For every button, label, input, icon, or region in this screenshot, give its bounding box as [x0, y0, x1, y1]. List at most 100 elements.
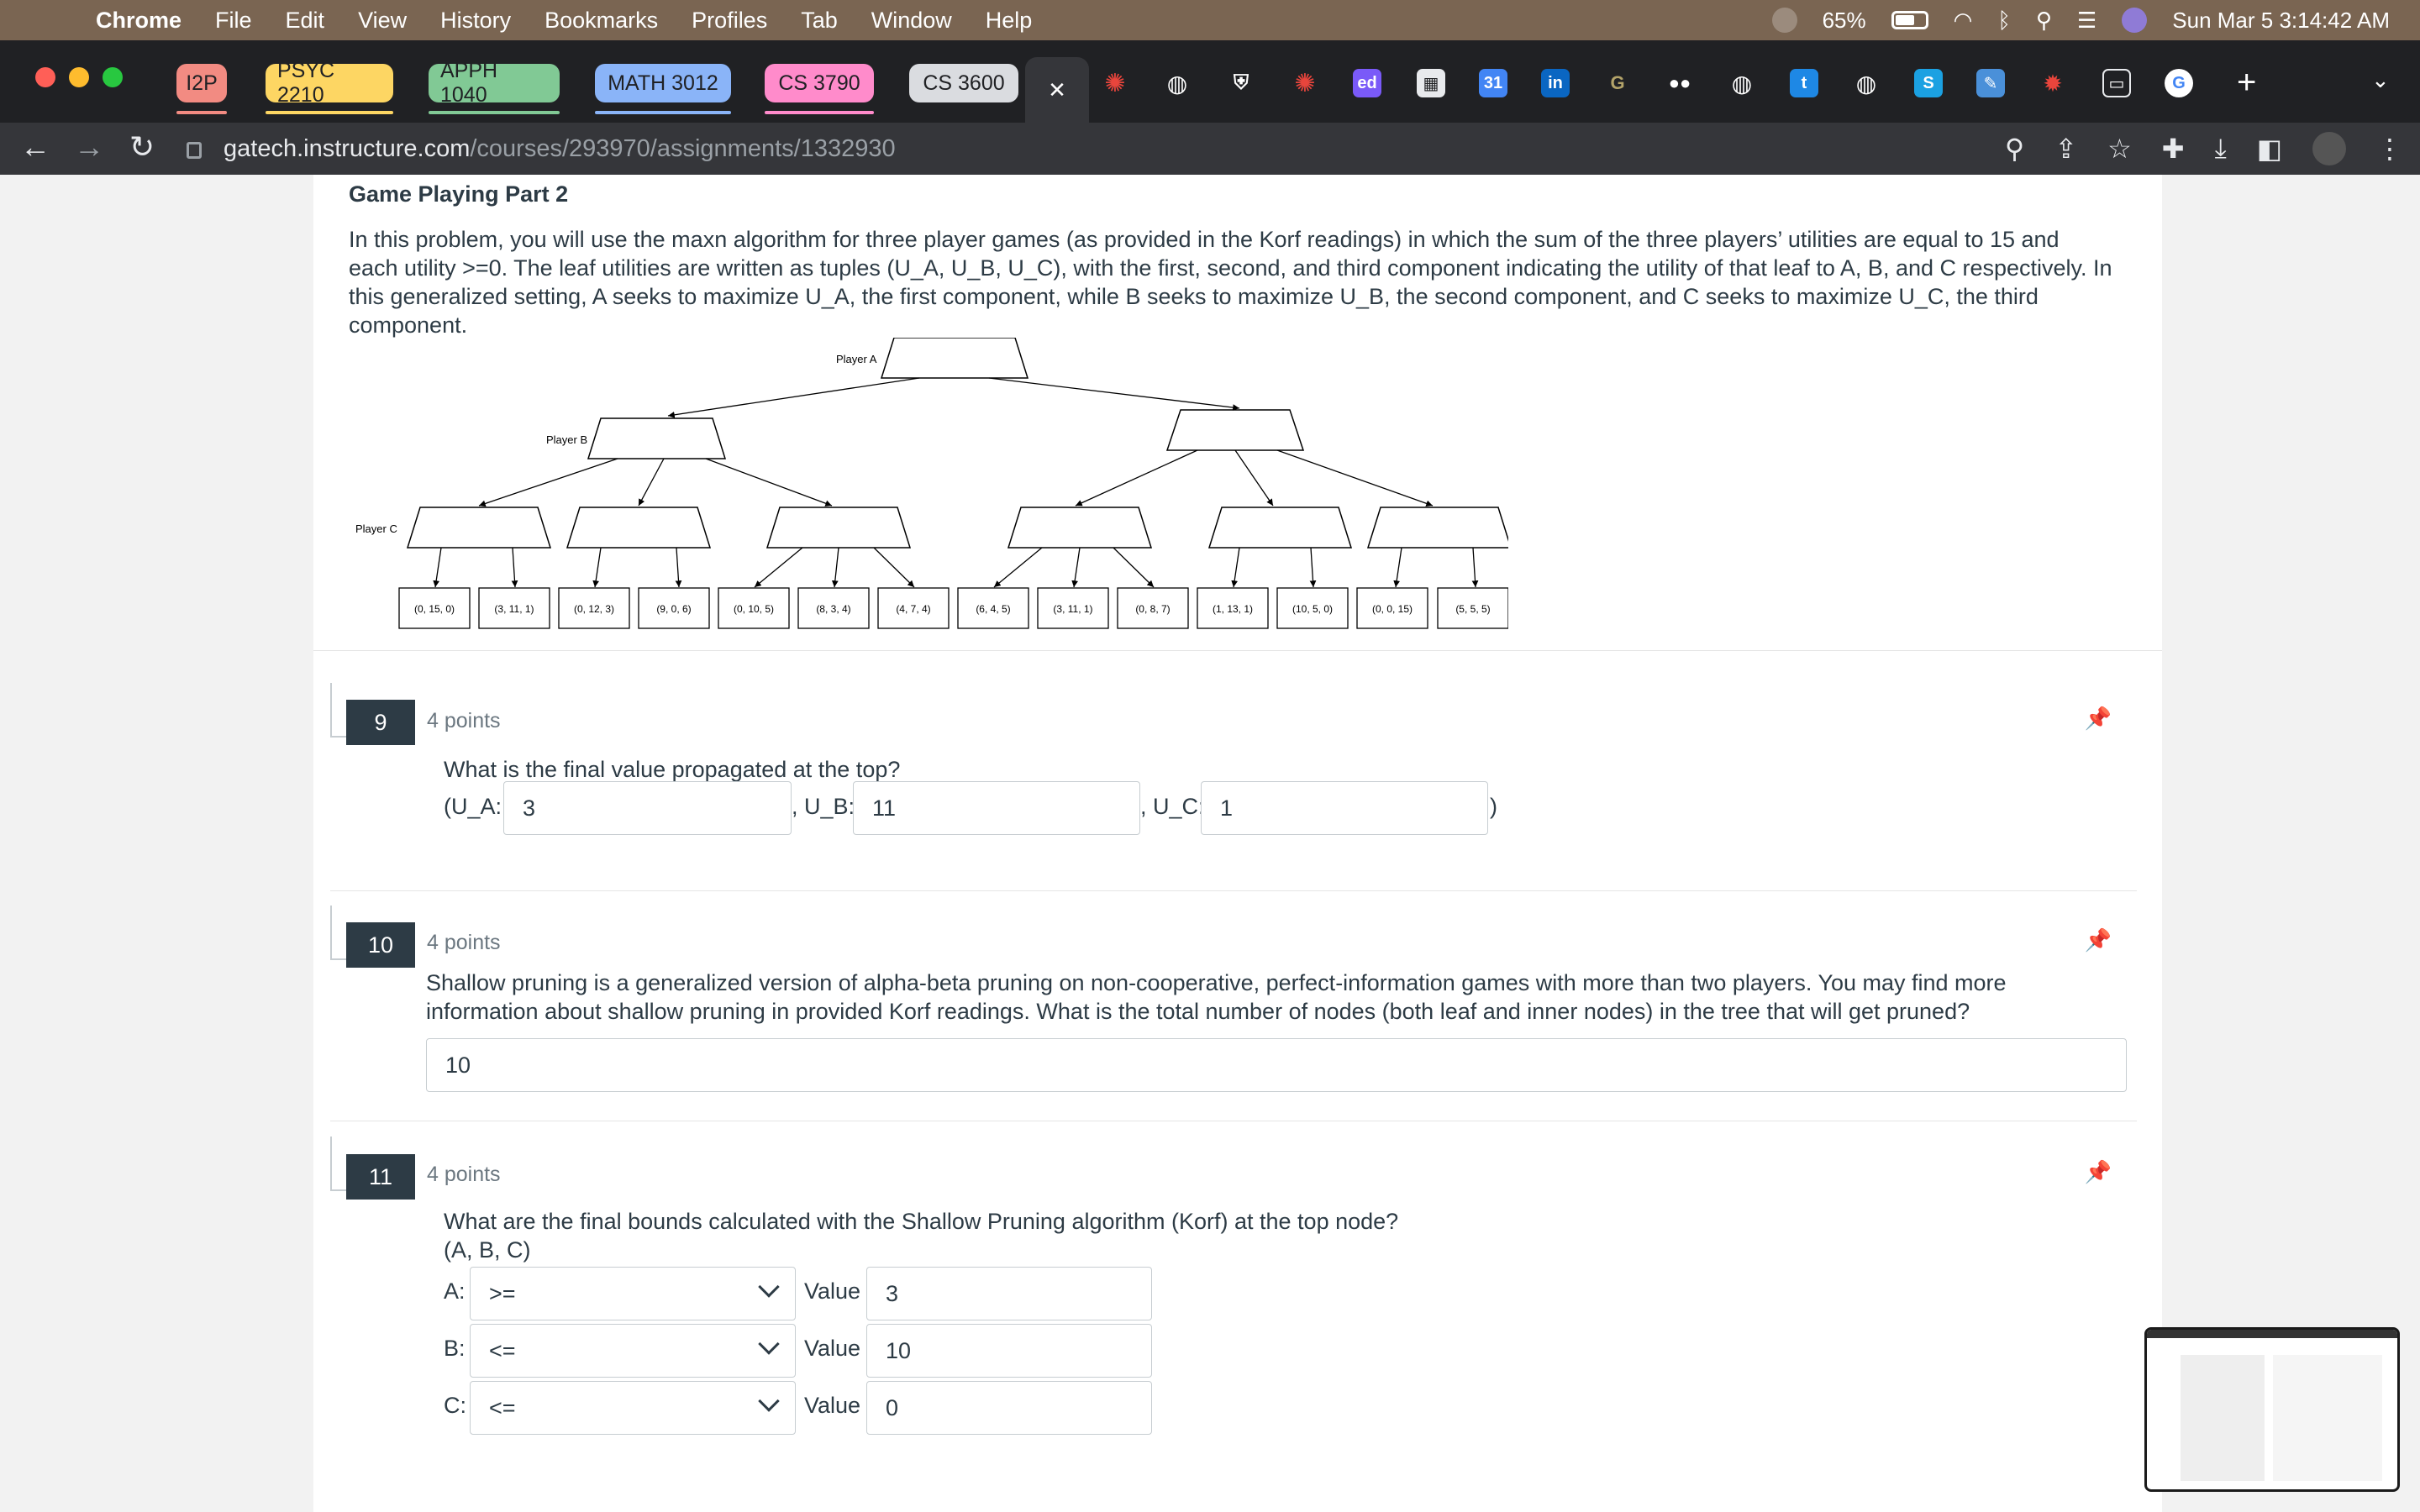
page-viewport: Game Playing Part 2 In this problem, you… — [0, 175, 2420, 1512]
calendar-tab-icon[interactable]: 31 — [1479, 69, 1507, 97]
zoom-icon[interactable]: ⚲ — [2005, 133, 2024, 165]
window-controls — [35, 67, 123, 87]
pin-icon[interactable]: 📌 — [2085, 706, 2112, 732]
question-number-11: 11 — [346, 1154, 415, 1200]
google-tab-icon[interactable]: G — [2165, 69, 2193, 97]
battery-icon[interactable] — [1891, 11, 1928, 29]
tab-group-psyc-2210[interactable]: PSYC 2210 — [266, 59, 393, 114]
bookmark-star-icon[interactable]: ☆ — [2107, 133, 2132, 165]
terminal-tab-icon[interactable]: ▭ — [2102, 69, 2131, 97]
extensions-icon[interactable]: ✚ — [2162, 133, 2185, 165]
address-bar[interactable]: gatech.instructure.com/courses/293970/as… — [187, 129, 896, 168]
download-icon[interactable]: ⤓ — [2215, 133, 2227, 165]
control-center-icon[interactable]: ☰ — [2077, 8, 2096, 34]
bound-a-value-input[interactable]: 3 — [866, 1267, 1152, 1320]
more-menu-icon[interactable]: ⋮ — [2376, 133, 2403, 165]
close-tab-icon[interactable]: ✕ — [1048, 77, 1066, 103]
reload-icon[interactable]: ↻ — [129, 129, 155, 165]
bound-c-label: C: — [444, 1393, 466, 1418]
wifi-icon[interactable]: ◠ — [1954, 8, 1973, 34]
node-c-1 — [406, 507, 552, 549]
divider — [330, 890, 2137, 891]
gear-tab-icon[interactable]: ✹ — [2039, 69, 2067, 97]
menu-tab[interactable]: Tab — [801, 8, 838, 34]
menu-history[interactable]: History — [440, 8, 511, 34]
tab-search-chevron-icon[interactable]: ⌄ — [2371, 67, 2390, 93]
leaf-utility-label: (1, 13, 1) — [1213, 603, 1253, 615]
siri-icon[interactable] — [2122, 8, 2148, 33]
back-icon[interactable]: ← — [20, 129, 50, 165]
tab-group-i2p[interactable]: I2P — [176, 64, 227, 114]
lock-icon[interactable] — [187, 142, 202, 159]
uc-input[interactable]: 1 — [1201, 781, 1488, 835]
linkedin-tab-icon[interactable]: in — [1541, 69, 1570, 97]
ed-tab-icon[interactable]: ed — [1353, 69, 1381, 97]
bound-b-value-input[interactable]: 10 — [866, 1324, 1152, 1378]
forward-icon[interactable]: → — [74, 129, 104, 165]
globe-tab-icon-3[interactable]: ◍ — [1852, 69, 1881, 97]
leaf-utility-label: (0, 15, 0) — [414, 603, 455, 615]
canvas-tab-icon[interactable]: ✺ — [1101, 69, 1129, 97]
pin-icon[interactable]: 📌 — [2085, 1159, 2112, 1185]
leaf-utility-label: (6, 4, 5) — [976, 603, 1010, 615]
gt-tab-icon[interactable]: G — [1603, 69, 1632, 97]
bound-a-operator-select[interactable]: >= — [470, 1267, 796, 1320]
new-tab-button[interactable]: + — [2237, 64, 2256, 102]
question-number-10: 10 — [346, 922, 415, 968]
tab-group-cs-3790[interactable]: CS 3790 — [765, 64, 874, 114]
bound-c-operator-select[interactable]: <= — [470, 1381, 796, 1435]
tab-group-cs-3600[interactable]: CS 3600 — [909, 64, 1018, 102]
uc-label: , U_C: — [1140, 794, 1205, 819]
quiz-content: Game Playing Part 2 In this problem, you… — [313, 175, 2162, 1512]
menu-bookmarks[interactable]: Bookmarks — [544, 8, 658, 34]
menu-file[interactable]: File — [215, 8, 252, 34]
close-window-button[interactable] — [35, 67, 55, 87]
menu-help[interactable]: Help — [986, 8, 1033, 34]
zoom-window-button[interactable] — [103, 67, 123, 87]
side-panel-icon[interactable]: ◧ — [2257, 133, 2282, 165]
spotlight-search-icon[interactable]: ⚲ — [2036, 8, 2052, 34]
node-b-right — [1165, 409, 1305, 451]
menu-profiles[interactable]: Profiles — [692, 8, 767, 34]
ua-input[interactable]: 3 — [503, 781, 792, 835]
globe-status-icon[interactable] — [1771, 8, 1797, 33]
shield-tab-icon[interactable]: ⛨ — [1227, 69, 1255, 97]
bound-b-operator-select[interactable]: <= — [470, 1324, 796, 1378]
screenshot-thumbnail-preview[interactable] — [2144, 1327, 2400, 1492]
label-player-b: Player B — [546, 433, 587, 446]
value-label: Value — [804, 1336, 861, 1361]
globe-tab-icon-2[interactable]: ◍ — [1728, 69, 1756, 97]
minimize-window-button[interactable] — [69, 67, 89, 87]
node-c-3 — [765, 507, 912, 549]
ub-label: , U_B: — [792, 794, 855, 819]
menu-app-chrome[interactable]: Chrome — [96, 8, 182, 34]
tab-group-apph-1040[interactable]: APPH 1040 — [429, 59, 560, 114]
bluetooth-icon[interactable]: ᛒ — [1997, 8, 2011, 34]
clock[interactable]: Sun Mar 5 3:14:42 AM — [2172, 8, 2390, 34]
pin-icon[interactable]: 📌 — [2085, 927, 2112, 953]
menu-window[interactable]: Window — [871, 8, 952, 34]
medium-tab-icon[interactable]: ●● — [1665, 69, 1694, 97]
menu-view[interactable]: View — [358, 8, 407, 34]
bound-c-value-input[interactable]: 0 — [866, 1381, 1152, 1435]
status-area: 65% ◠ ᛒ ⚲ ☰ Sun Mar 5 3:14:42 AM — [1771, 0, 2390, 40]
tab-group-math-3012[interactable]: MATH 3012 — [595, 64, 731, 114]
share-icon[interactable]: ⇪ — [2054, 133, 2077, 165]
canvas-tab-icon-2[interactable]: ✺ — [1291, 69, 1319, 97]
globe-tab-icon[interactable]: ◍ — [1163, 69, 1192, 97]
pruned-nodes-input[interactable]: 10 — [426, 1038, 2127, 1092]
profile-avatar[interactable] — [2312, 132, 2346, 165]
chevron-down-icon — [758, 1333, 780, 1355]
leaf-utility-label: (4, 7, 4) — [896, 603, 930, 615]
question-indent-line — [330, 906, 332, 960]
question-indent-line — [330, 683, 332, 738]
s-tab-icon[interactable]: S — [1914, 69, 1943, 97]
feather-tab-icon[interactable]: ✎ — [1976, 69, 2005, 97]
question-points-9: 4 points — [427, 709, 501, 732]
menu-edit[interactable]: Edit — [286, 8, 325, 34]
active-tab[interactable]: ✕ — [1025, 57, 1089, 123]
ub-input[interactable]: 11 — [853, 781, 1140, 835]
qr-tab-icon[interactable]: ▦ — [1417, 69, 1445, 97]
tumblr-tab-icon[interactable]: t — [1790, 69, 1818, 97]
bound-a-label: A: — [444, 1278, 466, 1304]
